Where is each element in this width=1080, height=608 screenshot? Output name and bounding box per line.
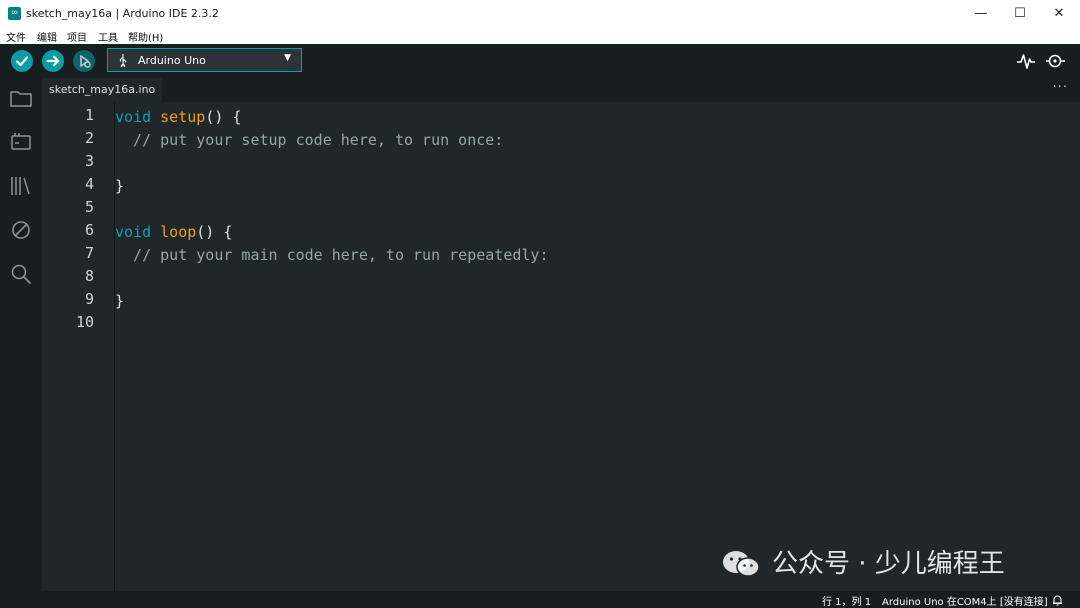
line-number: 4 bbox=[84, 175, 94, 193]
menu-edit[interactable]: 编辑 bbox=[37, 29, 57, 44]
debug-button[interactable] bbox=[73, 50, 95, 72]
code-line[interactable]: } bbox=[115, 175, 124, 197]
arduino-app-icon: ∞ bbox=[8, 7, 21, 20]
code-token: } bbox=[115, 292, 125, 310]
serial-plotter-icon[interactable] bbox=[1016, 52, 1036, 70]
usb-icon bbox=[119, 54, 127, 67]
checkmark-icon bbox=[15, 56, 29, 67]
activity-sidebar bbox=[0, 78, 42, 591]
code-line[interactable]: void setup() { bbox=[115, 106, 241, 128]
menu-help[interactable]: 帮助(H) bbox=[128, 29, 163, 44]
menu-sketch[interactable]: 项目 bbox=[67, 29, 87, 44]
code-token: () { bbox=[196, 223, 233, 241]
line-number: 7 bbox=[84, 244, 94, 262]
editor-tab-row: sketch_may16a.ino ··· bbox=[42, 78, 1080, 102]
window-title: sketch_may16a | Arduino IDE 2.3.2 bbox=[26, 7, 219, 20]
folder-icon[interactable] bbox=[9, 86, 33, 110]
function-name-token: loop bbox=[160, 223, 197, 241]
chevron-down-icon: ▼ bbox=[284, 53, 291, 63]
menu-bar: 文件 编辑 项目 工具 帮助(H) bbox=[0, 27, 1080, 44]
comment-token: // put your main code here, to run repea… bbox=[115, 246, 549, 264]
library-manager-icon[interactable] bbox=[9, 174, 33, 198]
code-line[interactable]: // put your setup code here, to run once… bbox=[115, 129, 503, 151]
debug-disabled-icon[interactable] bbox=[9, 218, 33, 242]
line-number: 3 bbox=[84, 152, 94, 170]
code-line[interactable]: // put your main code here, to run repea… bbox=[115, 244, 548, 266]
code-line[interactable]: } bbox=[115, 290, 124, 312]
notification-bell-icon[interactable] bbox=[1052, 594, 1063, 606]
keyword-token: void bbox=[115, 108, 152, 126]
verify-button[interactable] bbox=[11, 50, 33, 72]
line-number: 10 bbox=[75, 313, 94, 331]
line-number-gutter: 1 2 3 4 5 6 7 8 9 10 bbox=[42, 102, 115, 591]
keyword-token: void bbox=[115, 223, 152, 241]
watermark-text: 公众号 · 少儿编程王 bbox=[772, 549, 1005, 579]
line-number: 6 bbox=[84, 221, 94, 239]
board-manager-icon[interactable] bbox=[9, 130, 33, 154]
code-token: () { bbox=[205, 108, 242, 126]
line-number: 8 bbox=[84, 267, 94, 285]
toolbar: Arduino Uno ▼ bbox=[0, 44, 1080, 78]
function-name-token: setup bbox=[160, 108, 206, 126]
close-button[interactable]: ✕ bbox=[1040, 0, 1078, 27]
minimize-button[interactable]: — bbox=[962, 0, 1000, 27]
code-editor[interactable]: 1 2 3 4 5 6 7 8 9 10 void setup() { // put your s… bbox=[42, 102, 1080, 591]
board-selector[interactable]: Arduino Uno ▼ bbox=[107, 48, 302, 72]
code-token: } bbox=[115, 177, 125, 195]
serial-monitor-icon[interactable] bbox=[1045, 52, 1067, 70]
tab-sketch-file[interactable]: sketch_may16a.ino bbox=[42, 78, 163, 102]
comment-token: // put your setup code here, to run once… bbox=[115, 131, 504, 149]
maximize-button[interactable]: ☐ bbox=[1001, 0, 1039, 27]
menu-file[interactable]: 文件 bbox=[6, 29, 26, 44]
board-name: Arduino Uno bbox=[138, 54, 206, 67]
line-number: 9 bbox=[84, 290, 94, 308]
upload-button[interactable] bbox=[42, 50, 64, 72]
arrow-right-icon bbox=[46, 55, 60, 67]
line-number: 5 bbox=[84, 198, 94, 216]
search-icon[interactable] bbox=[9, 262, 33, 286]
menu-tools[interactable]: 工具 bbox=[98, 29, 118, 44]
board-port-status[interactable]: Arduino Uno 在COM4上 [没有连接] bbox=[882, 593, 1048, 608]
status-bar: 行 1，列 1 Arduino Uno 在COM4上 [没有连接] bbox=[0, 591, 1080, 608]
line-number: 1 bbox=[84, 106, 94, 124]
line-number: 2 bbox=[84, 129, 94, 147]
code-line[interactable]: void loop() { bbox=[115, 221, 232, 243]
more-icon[interactable]: ··· bbox=[1053, 80, 1068, 95]
wechat-logo-icon bbox=[723, 551, 760, 577]
title-bar: ∞ sketch_may16a | Arduino IDE 2.3.2 — ☐ … bbox=[0, 0, 1080, 27]
cursor-position[interactable]: 行 1，列 1 bbox=[822, 593, 871, 608]
debug-icon bbox=[80, 55, 91, 68]
